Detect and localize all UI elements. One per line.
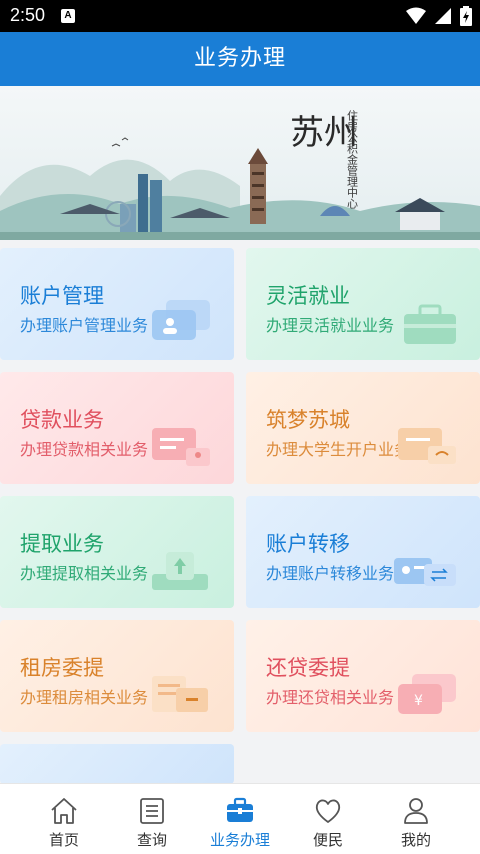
card-title: 账户转移: [266, 532, 350, 556]
briefcase-icon: [404, 304, 456, 344]
svg-text:¥: ¥: [414, 693, 423, 709]
withdraw-icon: [152, 552, 208, 590]
banner-org-name: 住房公积金管理中心: [346, 109, 359, 209]
card-subtitle: 办理提取相关业务: [20, 564, 149, 583]
signal-icon: [435, 8, 451, 24]
repay-icon: ¥: [398, 674, 456, 714]
card-loan-business[interactable]: 贷款业务 办理贷款相关业务: [0, 372, 234, 484]
card-subtitle: 办理贷款相关业务: [20, 440, 149, 459]
document-icon: [140, 798, 164, 824]
tab-label: 查询: [136, 831, 167, 849]
card-title: 贷款业务: [20, 408, 104, 432]
tab-business[interactable]: 业务办理: [192, 784, 288, 854]
card-title: 提取业务: [20, 532, 104, 556]
card-subtitle: 办理租房相关业务: [20, 688, 149, 707]
status-bar: 2:50 A: [0, 0, 480, 32]
tab-label: 我的: [400, 831, 431, 849]
card-title: 筑梦苏城: [266, 408, 350, 432]
person-icon: [404, 798, 428, 824]
home-icon: [51, 798, 77, 824]
tab-home[interactable]: 首页: [16, 784, 112, 854]
card-title: 账户管理: [20, 284, 104, 308]
heart-icon: [315, 799, 341, 823]
system-icons: [406, 6, 472, 26]
tab-label: 便民: [312, 831, 343, 849]
card-subtitle: 办理还贷相关业务: [266, 688, 395, 707]
notification-icon: A: [61, 9, 75, 23]
card-rent-withdrawal[interactable]: 租房委提 办理租房相关业务: [0, 620, 234, 732]
card-title: 租房委提: [20, 656, 104, 680]
tab-mine[interactable]: 我的: [368, 784, 464, 854]
card-account-management[interactable]: 账户管理 办理账户管理业务: [0, 248, 234, 360]
card-withdrawal[interactable]: 提取业务 办理提取相关业务: [0, 496, 234, 608]
card-account-transfer[interactable]: 账户转移 办理账户转移业务: [246, 496, 480, 608]
card-subtitle: 办理灵活就业业务: [266, 316, 395, 335]
loan-card-icon: [152, 428, 210, 466]
tab-label: 业务办理: [209, 831, 270, 849]
briefcase-icon: [227, 797, 253, 822]
banner-image: 苏州 住房公积金管理中心: [0, 86, 480, 240]
battery-icon: [460, 6, 472, 26]
id-card-icon: [152, 300, 210, 340]
transfer-icon: [394, 558, 456, 586]
status-time: 2:50: [10, 5, 46, 25]
card-subtitle: 办理账户转移业务: [266, 564, 395, 583]
bottom-tab-bar: 首页 查询 业务办理 便民 我的: [0, 783, 480, 854]
page-title: 业务办理: [0, 32, 480, 86]
card-flexible-employment[interactable]: 灵活就业 办理灵活就业业务: [246, 248, 480, 360]
card-dream-city[interactable]: 筑梦苏城 办理大学生开户业务: [246, 372, 480, 484]
rent-icon: [152, 676, 208, 712]
card-subtitle: 办理账户管理业务: [20, 316, 149, 335]
graduate-card-icon: [398, 428, 456, 464]
card-partial-next[interactable]: [0, 744, 234, 784]
tab-label: 首页: [48, 831, 79, 849]
card-title: 灵活就业: [266, 284, 350, 308]
tab-query[interactable]: 查询: [104, 784, 200, 854]
wifi-icon: [406, 7, 426, 24]
tab-convenience[interactable]: 便民: [280, 784, 376, 854]
card-subtitle: 办理大学生开户业务: [266, 440, 411, 459]
card-repayment-withdrawal[interactable]: 还贷委提 办理还贷相关业务 ¥: [246, 620, 480, 732]
card-title: 还贷委提: [266, 656, 350, 680]
